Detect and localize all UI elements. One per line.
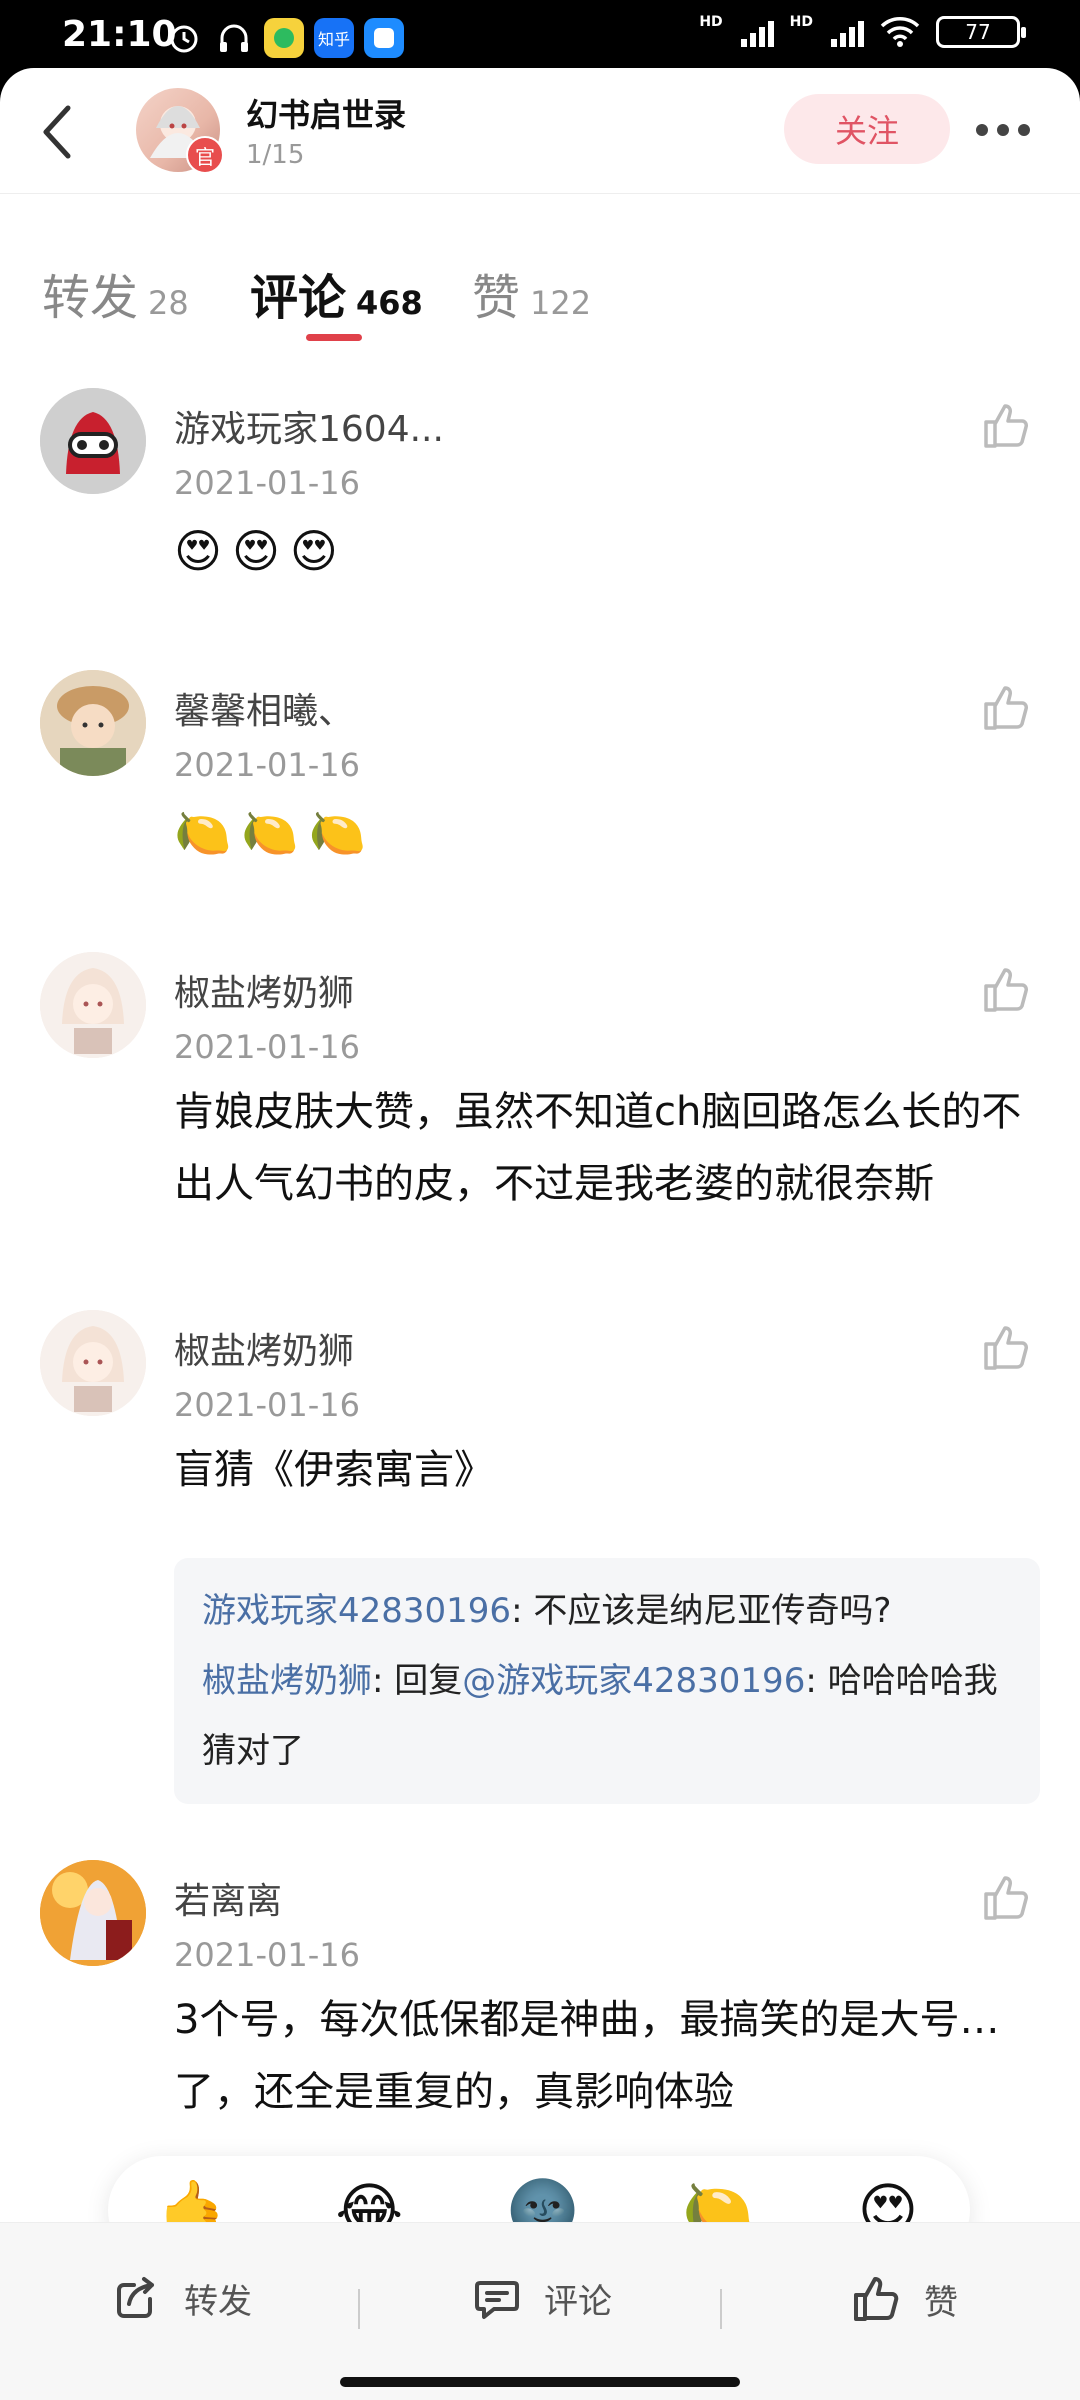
tab-repost-label: 转发	[42, 270, 139, 326]
alarm-icon	[164, 18, 204, 58]
comment-icon	[475, 2281, 519, 2319]
avatar[interactable]	[40, 388, 146, 494]
bottom-action-bar: 转发 评论 赞	[0, 2222, 1080, 2400]
avatar[interactable]	[40, 670, 146, 776]
wifi-icon	[880, 17, 920, 47]
more-options-icon[interactable]	[976, 124, 1030, 136]
reply-separator: :	[805, 1661, 828, 1701]
tab-comments-count: 468	[356, 284, 423, 322]
comment-author[interactable]: 若离离	[174, 1872, 282, 1924]
zhihu-icon: 知乎	[314, 18, 354, 58]
comment-author[interactable]: 椒盐烤奶狮	[174, 964, 354, 1016]
repost-button[interactable]: 转发	[112, 2273, 252, 2323]
reply-thread[interactable]: 游戏玩家42830196: 不应该是纳尼亚传奇吗? 椒盐烤奶狮: 回复@游戏玩家…	[174, 1558, 1040, 1804]
repost-label: 转发	[184, 2281, 252, 2322]
reply-author[interactable]: 游戏玩家42830196	[202, 1591, 511, 1631]
reply-text: 不应该是纳尼亚传奇吗?	[533, 1591, 892, 1631]
comment-date: 2021-01-16	[174, 746, 360, 784]
signal-icon	[740, 17, 774, 47]
like-icon[interactable]	[980, 1872, 1032, 1924]
comment-author[interactable]: 椒盐烤奶狮	[174, 1322, 354, 1374]
comment-text: 🍋🍋🍋	[174, 806, 376, 860]
like-icon[interactable]	[980, 682, 1032, 734]
official-badge: 官	[186, 136, 224, 174]
like-label: 赞	[924, 2282, 958, 2323]
reply-mention[interactable]: @游戏玩家42830196	[462, 1661, 805, 1701]
hd-label-2: HD	[789, 14, 813, 30]
battery-level: 77	[965, 20, 991, 44]
signal-icon-2	[831, 17, 864, 47]
home-indicator[interactable]	[340, 2377, 740, 2387]
comment-button[interactable]: 评论	[472, 2273, 612, 2323]
like-icon[interactable]	[980, 1322, 1032, 1374]
active-tab-indicator	[306, 334, 362, 341]
app-icon-yellow	[264, 18, 304, 58]
follow-button[interactable]: 关注	[784, 94, 950, 164]
back-icon[interactable]	[34, 102, 84, 162]
status-bar: 21:10 知乎 HD HD 77	[0, 0, 1080, 70]
comment-date: 2021-01-16	[174, 1386, 360, 1424]
hd-label: HD	[699, 14, 723, 30]
headphones-icon	[214, 18, 254, 58]
comment-date: 2021-01-16	[174, 464, 360, 502]
tab-likes-count: 122	[530, 284, 592, 322]
reply-separator: : 回复	[372, 1661, 463, 1701]
tab-likes[interactable]: 赞 122	[472, 258, 591, 328]
app-icon-blue	[364, 18, 404, 58]
avatar[interactable]	[40, 952, 146, 1058]
reply-separator: :	[511, 1591, 534, 1631]
repost-icon	[117, 2277, 154, 2318]
avatar[interactable]	[40, 1860, 146, 1966]
comment-date: 2021-01-16	[174, 1028, 360, 1066]
divider	[720, 2289, 722, 2329]
header: 官 幻书启世录 1/15 关注	[0, 68, 1080, 194]
like-button[interactable]: 赞	[850, 2273, 958, 2325]
comment-text: 肯娘皮肤大赞，虽然不知道ch脑回路怎么长的不出人气幻书的皮，不过是我老婆的就很奈…	[174, 1089, 1022, 1207]
reply-author[interactable]: 椒盐烤奶狮	[202, 1661, 372, 1701]
status-time: 21:10	[62, 14, 177, 55]
tab-repost[interactable]: 转发 28	[42, 258, 189, 328]
page-title: 幻书启世录	[246, 96, 407, 134]
reply-item: 椒盐烤奶狮: 回复@游戏玩家42830196: 哈哈哈哈我猜对了	[202, 1646, 1012, 1786]
page-counter: 1/15	[246, 140, 305, 170]
comment-text: 3个号，每次低保都是神曲，最搞笑的是大号…了，还全是重复的，真影响体验	[174, 1997, 1000, 2115]
account-avatar[interactable]: 官	[136, 88, 224, 174]
reply-item: 游戏玩家42830196: 不应该是纳尼亚传奇吗?	[202, 1576, 1012, 1646]
divider	[358, 2289, 360, 2329]
comment-text: 😍😍😍	[174, 524, 348, 578]
comment-date: 2021-01-16	[174, 1936, 360, 1974]
battery-icon: 77	[936, 16, 1026, 48]
like-icon	[854, 2277, 899, 2321]
like-icon[interactable]	[980, 400, 1032, 452]
tab-comments[interactable]: 评论 468	[250, 258, 423, 328]
page: 官 幻书启世录 1/15 关注 转发 28 评论 468 赞 122 游戏玩家1604…	[0, 68, 1080, 2400]
comment-text: 盲猜《伊索寓言》	[174, 1447, 494, 1493]
tab-comments-label: 评论	[250, 270, 347, 326]
comment-author[interactable]: 游戏玩家1604...	[174, 400, 444, 452]
comment-label: 评论	[544, 2281, 612, 2322]
tab-repost-count: 28	[148, 284, 189, 322]
tab-likes-label: 赞	[472, 270, 521, 326]
avatar[interactable]	[40, 1310, 146, 1416]
comment-author[interactable]: 馨馨相曦、	[174, 682, 354, 734]
like-icon[interactable]	[980, 964, 1032, 1016]
